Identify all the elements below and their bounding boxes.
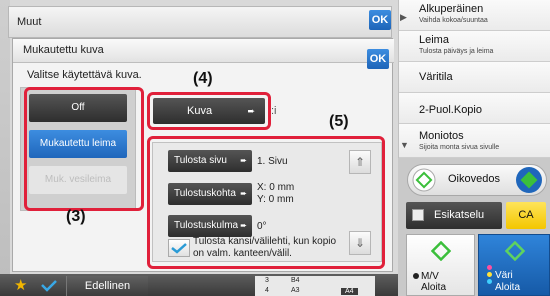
play-icon: ▶ bbox=[400, 12, 407, 22]
callout-label-5: (5) bbox=[329, 113, 349, 130]
callout-label-3: (3) bbox=[66, 208, 86, 225]
image-selected-name: :i bbox=[271, 105, 277, 117]
start-mono-line1: M/V bbox=[421, 271, 439, 282]
callout-label-4: (4) bbox=[193, 70, 213, 87]
menu-item-sub: Sijoita monta sivua sivulle bbox=[419, 144, 500, 151]
menu-item-label: 2-Puol.Kopio bbox=[419, 104, 482, 116]
preview-label: Esikatselu bbox=[434, 209, 485, 221]
tray-size: A3 bbox=[291, 287, 300, 294]
dialog-title: Mukautettu kuva bbox=[23, 44, 104, 56]
tray-number: 4 bbox=[265, 287, 269, 294]
start-color-button[interactable]: Väri Aloita bbox=[478, 234, 550, 296]
checkmark-icon[interactable] bbox=[40, 278, 58, 293]
start-diamond-icon bbox=[505, 241, 525, 261]
magenta-dot-icon bbox=[487, 265, 492, 270]
document-icon bbox=[412, 209, 424, 221]
diamond-icon bbox=[412, 168, 436, 192]
menu-item-original[interactable]: Alkuperäinen Vaihda kokoa/suuntaa bbox=[399, 0, 550, 31]
start-mono-line2: Aloita bbox=[421, 282, 447, 293]
menu-item-label: Moniotos bbox=[419, 130, 464, 142]
clear-all-button[interactable]: CA bbox=[506, 202, 546, 229]
cyan-dot-icon bbox=[487, 279, 492, 284]
menu-item-label: Alkuperäinen bbox=[419, 3, 484, 15]
callout-frame-3 bbox=[24, 87, 144, 211]
paper-tray-indicator: 3 B4 4 A3 A4 bbox=[255, 276, 375, 296]
start-mono-button[interactable]: M/V Aloita bbox=[406, 234, 475, 296]
screen: Muut OK Mukautettu kuva Valitse käytettä… bbox=[0, 0, 550, 296]
current-paper-size: A4 bbox=[341, 288, 358, 295]
dialog-ok-button[interactable]: OK bbox=[367, 49, 389, 69]
menu-item-label: Leima bbox=[419, 34, 449, 46]
menu-item-sub: Vaihda kokoa/suuntaa bbox=[419, 17, 488, 24]
back-button[interactable]: Edellinen bbox=[66, 276, 148, 296]
chevron-down-icon[interactable]: ▼ bbox=[400, 140, 409, 150]
callout-frame-5 bbox=[147, 136, 385, 269]
callout-frame-4 bbox=[147, 92, 271, 130]
menu-item-stamp[interactable]: Leima Tulosta päiväys ja leima bbox=[399, 31, 550, 62]
menu-item-duplex[interactable]: 2-Puol.Kopio bbox=[399, 93, 550, 124]
tray-number: 3 bbox=[265, 277, 269, 284]
mono-dot-icon bbox=[413, 273, 419, 279]
start-color-line1: Väri bbox=[495, 270, 513, 281]
start-color-line2: Aloita bbox=[495, 282, 521, 293]
dialog-header: Mukautettu kuva bbox=[13, 39, 394, 63]
proof-diamond-icon[interactable] bbox=[515, 166, 543, 194]
menu-item-sub: Tulosta päiväys ja leima bbox=[419, 48, 494, 55]
instruction-text: Valitse käytettävä kuva. bbox=[27, 69, 142, 81]
start-diamond-icon bbox=[431, 241, 451, 261]
menu-item-label: Väritila bbox=[419, 71, 453, 83]
other-functions-title: Muut bbox=[17, 16, 42, 28]
yellow-dot-icon bbox=[487, 272, 492, 277]
top-ok-button[interactable]: OK bbox=[369, 10, 391, 30]
tray-size: B4 bbox=[291, 277, 300, 284]
proof-label: Oikovedos bbox=[448, 173, 500, 185]
menu-item-n-up[interactable]: Moniotos Sijoita monta sivua sivulle bbox=[399, 124, 550, 158]
background-panel-stripe bbox=[0, 0, 10, 296]
menu-item-color-mode[interactable]: Väritila bbox=[399, 62, 550, 93]
star-icon[interactable]: ★ bbox=[14, 276, 27, 294]
other-functions-bar: Muut bbox=[8, 6, 392, 38]
function-menu: Alkuperäinen Vaihda kokoa/suuntaa Leima … bbox=[398, 0, 550, 158]
